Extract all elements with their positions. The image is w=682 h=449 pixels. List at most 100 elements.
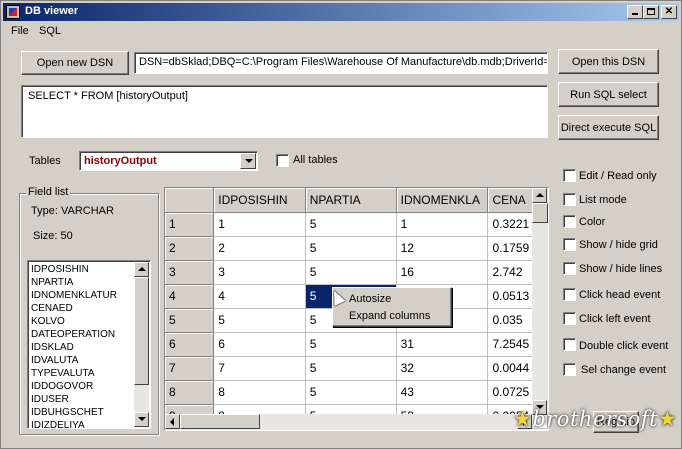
- star-icon: ★: [513, 407, 533, 431]
- grid-cell[interactable]: 12: [396, 236, 489, 261]
- grid-cell[interactable]: 6: [213, 332, 306, 357]
- chevron-down-icon[interactable]: [240, 153, 256, 169]
- grid-cell[interactable]: 5: [305, 260, 397, 285]
- table-row[interactable]: 8 8 5 43 0.0725: [165, 380, 548, 405]
- scroll-down-icon[interactable]: [134, 412, 149, 427]
- field-list-item[interactable]: TYPEVALUTA: [31, 367, 135, 380]
- run-sql-select-button[interactable]: Run SQL select: [558, 82, 659, 107]
- edit-read-only-label: Edit / Read only: [579, 170, 657, 182]
- table-row[interactable]: 2 2 5 12 0.1759: [165, 236, 548, 261]
- menu-file[interactable]: File: [11, 25, 29, 37]
- click-left-event-checkbox[interactable]: [563, 312, 576, 325]
- app-icon[interactable]: [6, 5, 20, 19]
- all-tables-label: All tables: [293, 154, 338, 166]
- double-click-event-label: Double click event: [579, 340, 669, 352]
- click-head-event-checkbox[interactable]: [563, 288, 576, 301]
- grid-cell[interactable]: 5: [305, 356, 397, 381]
- field-list-item[interactable]: KOLVO: [31, 315, 135, 328]
- field-list-item[interactable]: IDPOSISHIN: [31, 263, 135, 276]
- menu-bar: File SQL: [3, 22, 679, 40]
- row-header[interactable]: 7: [165, 356, 215, 381]
- field-list-scrollbar[interactable]: [134, 262, 149, 427]
- sel-change-event-checkbox[interactable]: [563, 363, 576, 376]
- table-row[interactable]: 1 1 5 1 0.3221: [165, 212, 548, 237]
- column-header[interactable]: IDNOMENKLA: [396, 188, 489, 213]
- scroll-up-icon[interactable]: [134, 262, 149, 277]
- field-list-item[interactable]: IDIZDELIYA: [31, 419, 135, 428]
- direct-execute-sql-button[interactable]: Direct execute SQL: [558, 115, 659, 140]
- grid-cell[interactable]: 1: [213, 212, 306, 237]
- field-list-item[interactable]: NPARTIA: [31, 276, 135, 289]
- menu-sql[interactable]: SQL: [39, 25, 61, 37]
- row-header[interactable]: 6: [165, 332, 215, 357]
- field-type-label: Type: VARCHAR: [31, 205, 114, 217]
- row-header[interactable]: 1: [165, 212, 215, 237]
- grid-cell[interactable]: 3: [213, 260, 306, 285]
- grid-cell[interactable]: 8: [213, 380, 306, 405]
- grid-cell[interactable]: 16: [396, 260, 489, 285]
- scroll-up-icon[interactable]: [532, 188, 547, 203]
- table-row[interactable]: 6 6 5 31 7.2545: [165, 332, 548, 357]
- scrollbar-thumb[interactable]: [532, 203, 548, 223]
- field-list-item[interactable]: IDUSER: [31, 393, 135, 406]
- column-header[interactable]: NPARTIA: [305, 188, 397, 213]
- column-header[interactable]: IDPOSISHIN: [213, 188, 306, 213]
- all-tables-checkbox[interactable]: [276, 154, 289, 167]
- list-mode-checkbox[interactable]: [563, 193, 576, 206]
- grid-vertical-scrollbar[interactable]: [532, 188, 548, 415]
- field-list-item[interactable]: IDVALUTA: [31, 354, 135, 367]
- grid-cell[interactable]: 32: [396, 356, 489, 381]
- field-list-item[interactable]: CENAED: [31, 302, 135, 315]
- app-window: DB viewer ✕ File SQL Open new DSN DSN=db…: [0, 0, 682, 449]
- double-click-event-checkbox[interactable]: [563, 338, 576, 351]
- grid-cell[interactable]: 1: [396, 212, 489, 237]
- sql-query-field[interactable]: SELECT * FROM [historyOutput]: [21, 85, 548, 138]
- context-menu-autosize[interactable]: Autosize: [349, 293, 391, 305]
- tables-select[interactable]: historyOutput: [79, 151, 258, 171]
- field-list-item[interactable]: IDNOMENKLATUR: [31, 289, 135, 302]
- open-this-dsn-button[interactable]: Open this DSN: [558, 49, 659, 74]
- field-list-item[interactable]: IDDOGOVOR: [31, 380, 135, 393]
- scrollbar-thumb[interactable]: [134, 277, 149, 385]
- scroll-left-icon[interactable]: [165, 414, 180, 429]
- row-header[interactable]: 2: [165, 236, 215, 261]
- minimize-button[interactable]: [627, 5, 643, 19]
- show-hide-grid-checkbox[interactable]: [563, 238, 576, 251]
- color-checkbox[interactable]: [563, 215, 576, 228]
- grid-cell[interactable]: 2: [213, 236, 306, 261]
- open-new-dsn-button[interactable]: Open new DSN: [21, 51, 129, 75]
- grid-horizontal-scrollbar[interactable]: [165, 414, 532, 430]
- field-list[interactable]: IDPOSISHIN NPARTIA IDNOMENKLATUR CENAED …: [27, 260, 151, 429]
- close-button[interactable]: ✕: [661, 5, 677, 19]
- title-bar[interactable]: DB viewer ✕: [3, 3, 679, 21]
- show-hide-lines-checkbox[interactable]: [563, 262, 576, 275]
- row-header[interactable]: 4: [165, 284, 215, 309]
- grid-cell[interactable]: 5: [305, 380, 397, 405]
- row-header[interactable]: 5: [165, 308, 215, 333]
- star-icon: ★: [658, 407, 678, 431]
- maximize-button[interactable]: [643, 5, 659, 19]
- row-header[interactable]: 3: [165, 260, 215, 285]
- table-row[interactable]: 3 3 5 16 2.742: [165, 260, 548, 285]
- grid-cell[interactable]: 5: [305, 332, 397, 357]
- grid-cell[interactable]: 43: [396, 380, 489, 405]
- field-list-item[interactable]: IDBUHGSCHET: [31, 406, 135, 419]
- dsn-field[interactable]: DSN=dbSklad;DBQ=C:\Program Files\Warehou…: [134, 52, 548, 74]
- field-list-item[interactable]: IDSKLAD: [31, 341, 135, 354]
- field-list-item[interactable]: DATEOPERATION: [31, 328, 135, 341]
- grid-cell[interactable]: 7: [213, 356, 306, 381]
- edit-read-only-checkbox[interactable]: [563, 169, 576, 182]
- table-row[interactable]: 7 7 5 32 0.0044: [165, 356, 548, 381]
- row-header[interactable]: 8: [165, 380, 215, 405]
- grid-cell[interactable]: 5: [305, 212, 397, 237]
- context-menu-expand-columns[interactable]: Expand columns: [349, 310, 430, 322]
- grid-cell[interactable]: 5: [305, 236, 397, 261]
- window-title: DB viewer: [25, 5, 79, 17]
- grid-corner[interactable]: [165, 188, 215, 213]
- grid-cell[interactable]: 4: [213, 284, 306, 309]
- scrollbar-thumb[interactable]: [180, 414, 260, 429]
- show-hide-grid-label: Show / hide grid: [579, 239, 658, 251]
- grid-cell[interactable]: 31: [396, 332, 489, 357]
- grid-cell[interactable]: 5: [213, 308, 306, 333]
- click-left-event-label: Click left event: [579, 313, 651, 325]
